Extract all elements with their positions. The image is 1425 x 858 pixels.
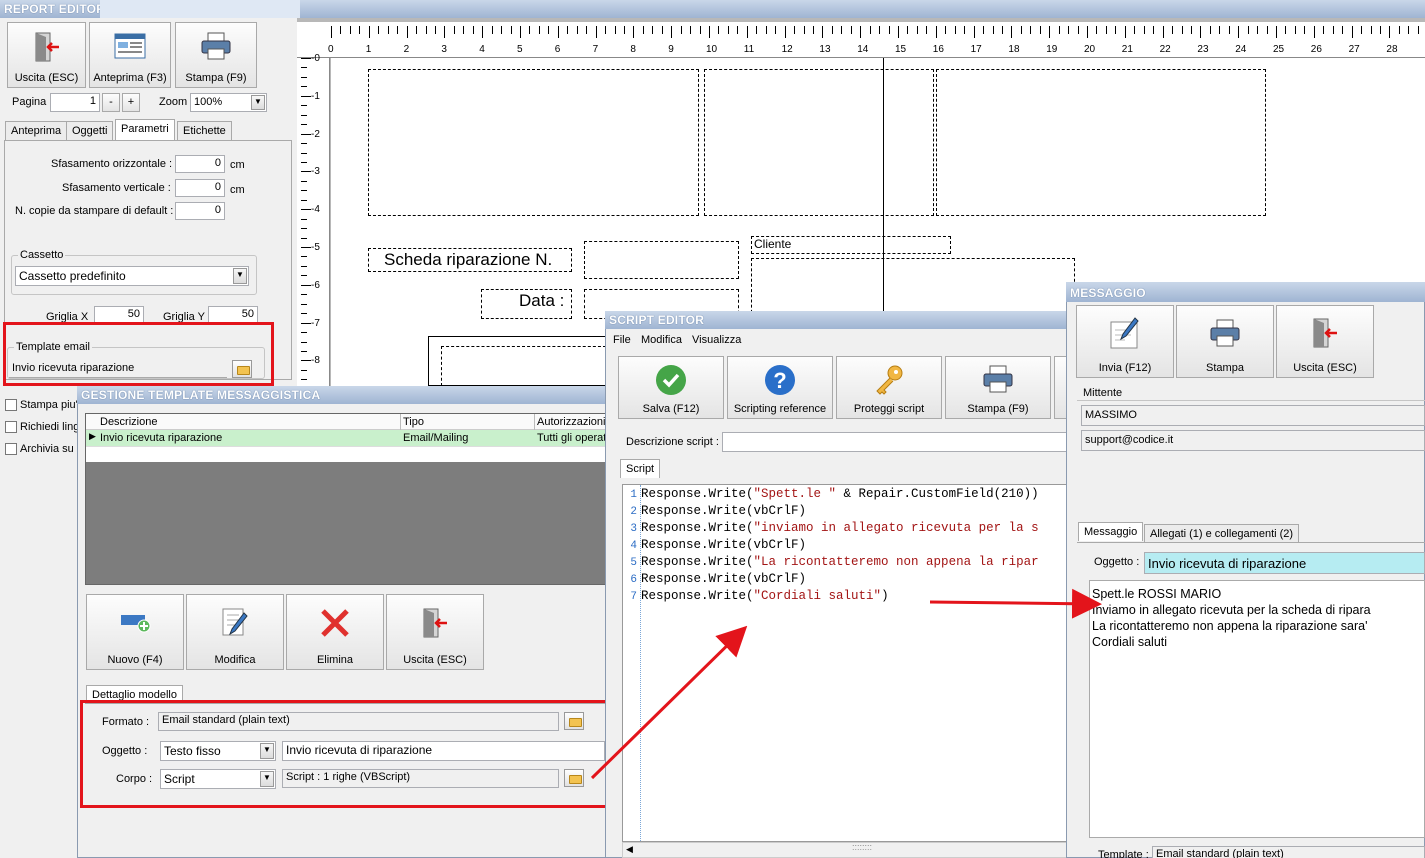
annotation-arrows <box>590 588 1102 780</box>
arrow-to-message-body <box>929 588 1102 619</box>
arrow-to-script-editor <box>590 625 748 780</box>
